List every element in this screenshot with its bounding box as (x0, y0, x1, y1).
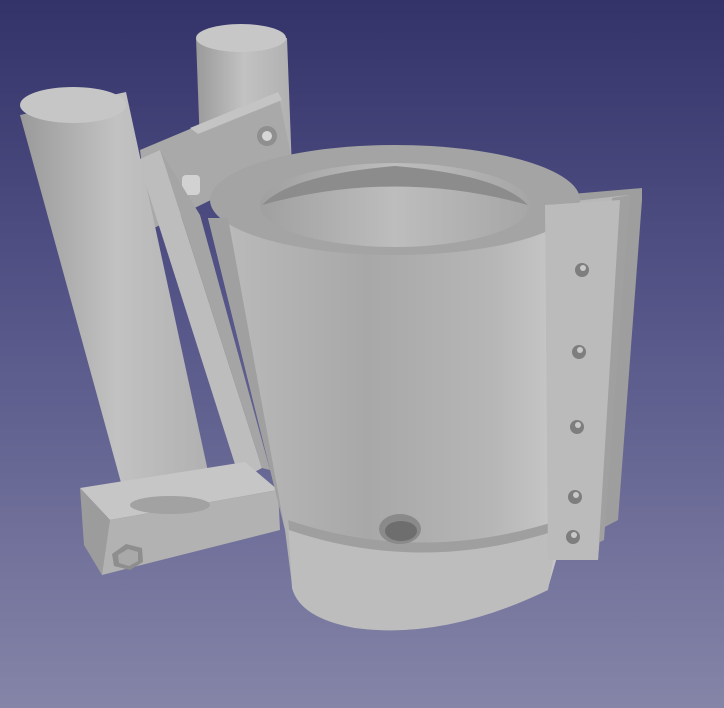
bottom-clamp-block (80, 462, 280, 575)
3d-viewport[interactable] (0, 0, 724, 708)
3d-model-render[interactable] (0, 0, 724, 708)
main-cylinder (208, 145, 580, 631)
